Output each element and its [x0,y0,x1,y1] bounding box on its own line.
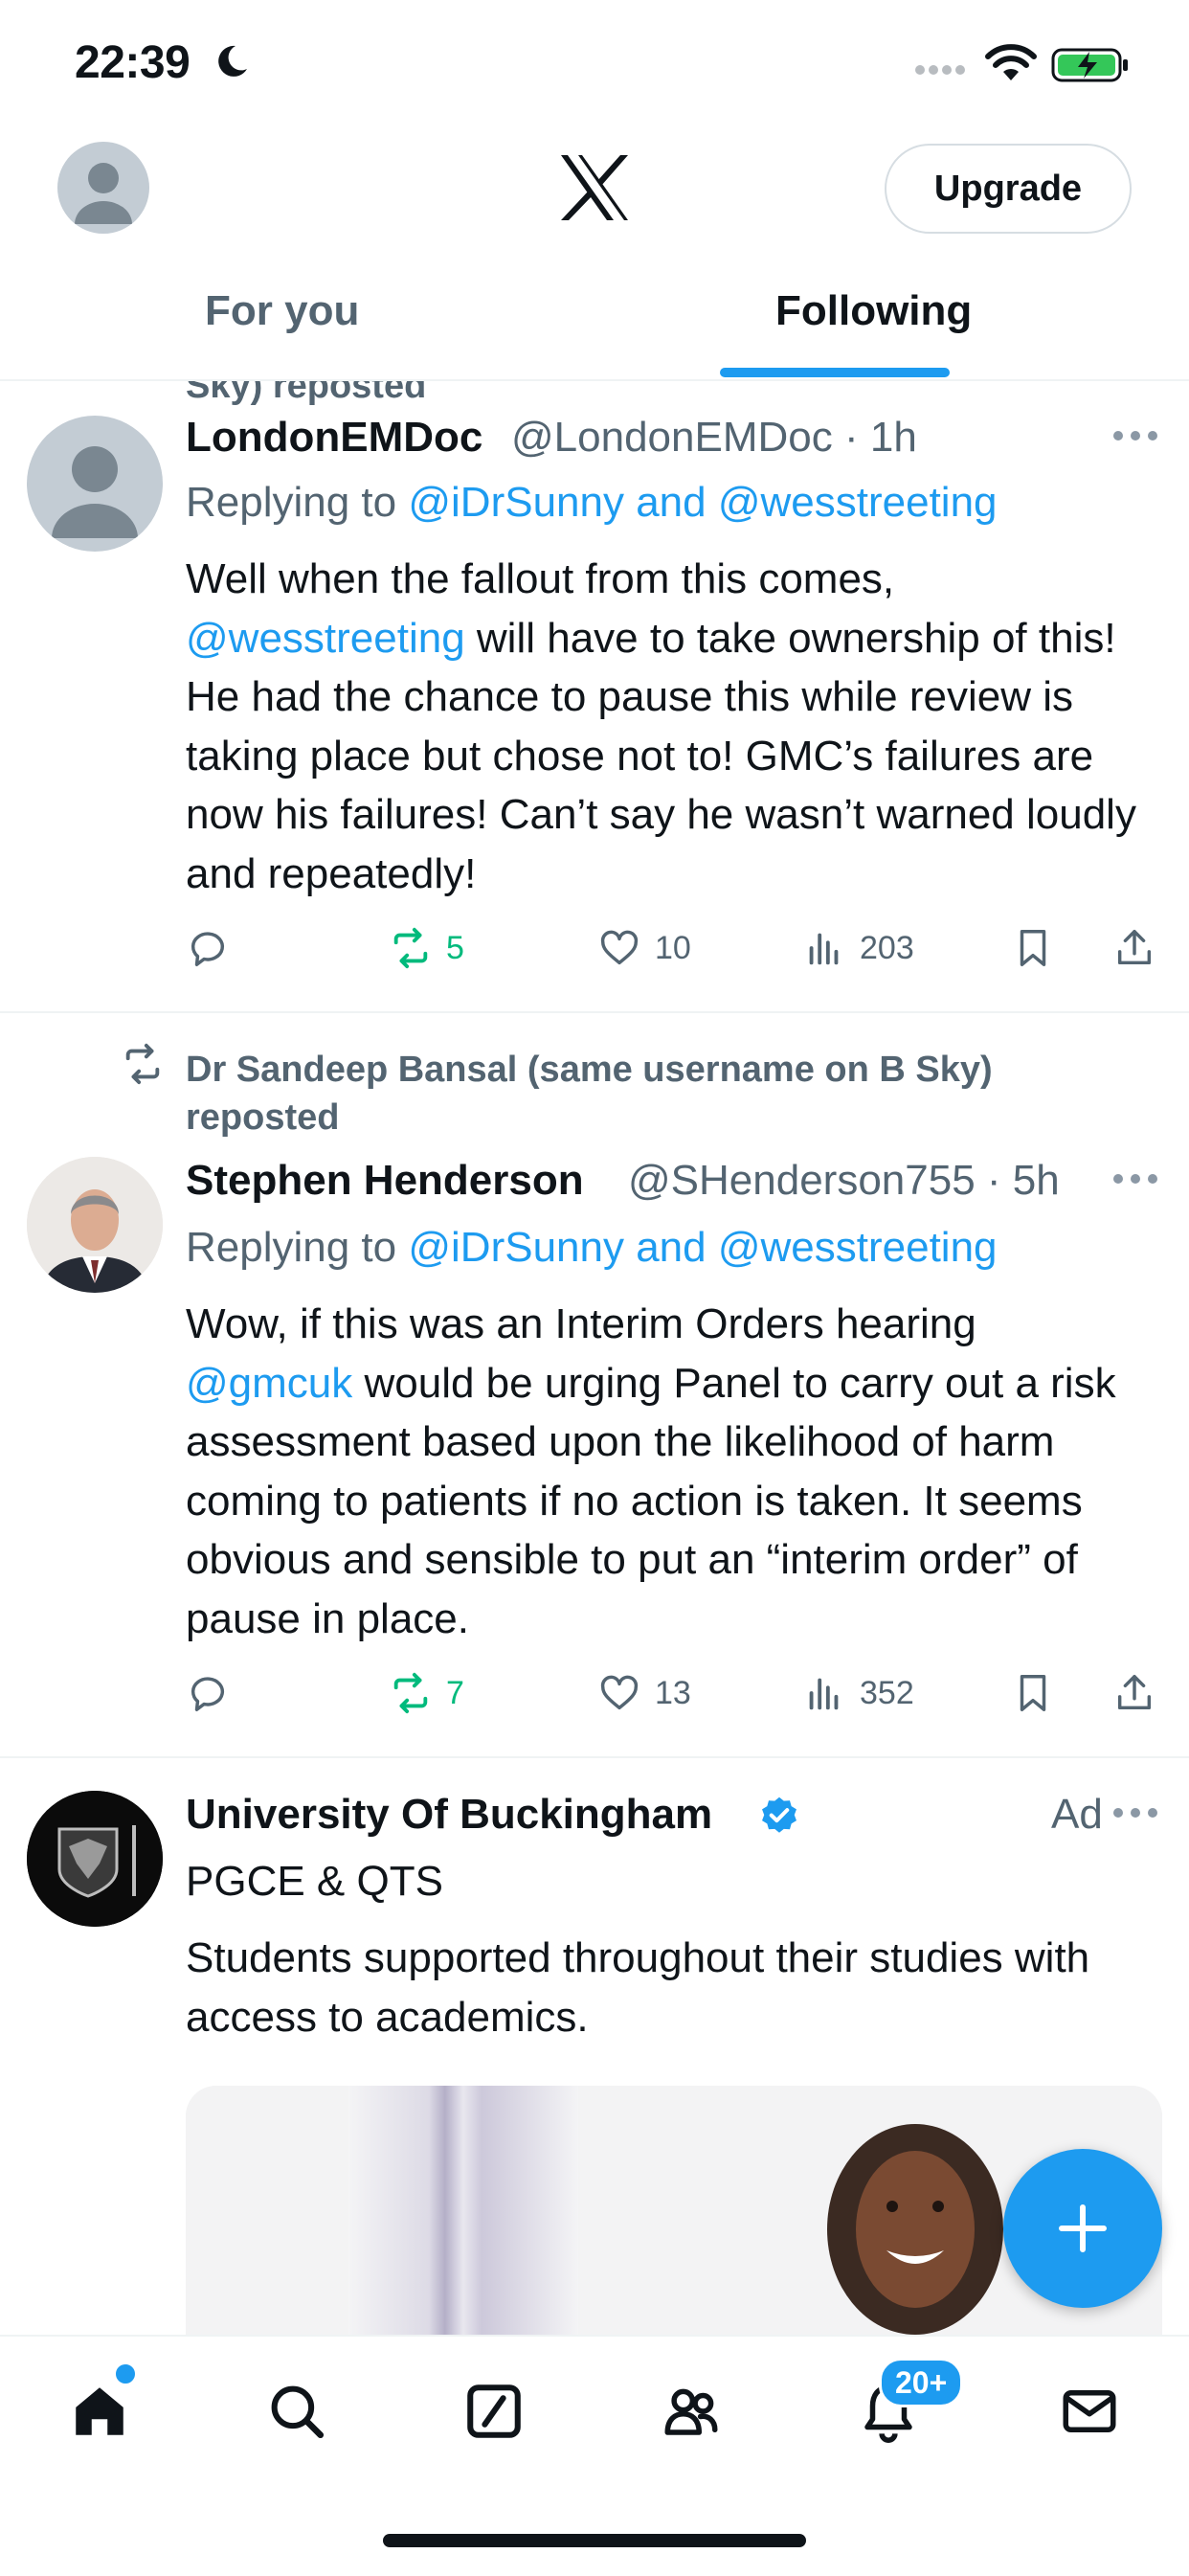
view-count: 352 [860,1674,914,1711]
bookmark-button[interactable] [1011,921,1055,975]
share-icon [1117,930,1152,965]
timeline-feed[interactable]: Sky) reposted LondonEMDoc @LondonEMDoc ·… [0,381,1189,2335]
more-options-icon[interactable] [1112,1172,1158,1186]
home-indicator[interactable] [383,2534,806,2547]
post-time: · 5h [986,1157,1060,1204]
repost-context-icon [125,1043,160,1085]
replying-to: Replying to @iDrSunny and @wesstreeting [186,1224,998,1272]
post-londonemdoc[interactable]: LondonEMDoc @LondonEMDoc · 1h Replying t… [0,381,1189,1011]
university-crest-icon [27,1791,163,1927]
communities-icon [664,2388,718,2435]
post-text-line1: Well when the fallout from this comes, [186,555,895,602]
post-text: Well when the fallout from this comes, @… [186,550,1172,904]
search-icon [271,2385,325,2439]
views-icon [809,933,839,965]
nav-messages[interactable] [1051,2373,1128,2450]
tab-for-you[interactable]: For you [205,287,359,335]
view-count: 203 [860,929,914,966]
ad-subtitle: PGCE & QTS [186,1858,443,1905]
like-count: 10 [655,929,691,966]
more-options-icon[interactable] [1112,429,1158,442]
verified-badge-icon [762,1796,796,1833]
post-actions: 7 13 352 [186,1666,1162,1720]
repost-context[interactable]: Dr Sandeep Bansal (same username on B Sk… [186,1046,1047,1141]
views-button[interactable]: 203 [802,921,914,975]
author-handle[interactable]: @LondonEMDoc · 1h [511,414,917,462]
post-stephen-henderson[interactable]: Dr Sandeep Bansal (same username on B Sk… [0,1013,1189,1756]
avatar[interactable] [27,1157,163,1293]
post-actions: 5 10 203 [186,921,1162,975]
author-name[interactable]: LondonEMDoc [186,414,482,462]
x-logo-icon [561,155,628,220]
post-text-line1: Wow, if this was an Interim Orders heari… [186,1300,976,1347]
nav-grok[interactable] [456,2373,532,2450]
post-time: · 1h [843,414,917,461]
replying-to-prefix: Replying to [186,1224,409,1271]
views-button[interactable]: 352 [802,1666,914,1720]
share-button[interactable] [1112,1666,1156,1720]
compose-post-button[interactable] [1003,2149,1162,2308]
like-icon [600,1675,639,1710]
home-unread-dot [113,2361,138,2386]
battery-charging-icon [1051,48,1128,82]
timeline-tabs: For you Following [0,259,1189,381]
author-name[interactable]: University Of Buckingham [186,1791,712,1839]
mention-link[interactable]: @wesstreeting [186,615,465,662]
plus-icon [1059,2204,1107,2252]
handle-text: @LondonEMDoc [511,414,833,461]
replying-to-links[interactable]: @iDrSunny and @wesstreeting [408,479,997,526]
author-name[interactable]: Stephen Henderson [186,1157,584,1205]
handle-text: @SHenderson755 [628,1157,976,1204]
home-icon [76,2387,123,2435]
views-icon [809,1678,839,1710]
avatar[interactable] [27,1791,163,1927]
signal-icon [915,65,965,75]
profile-avatar[interactable] [57,142,149,234]
nav-search[interactable] [258,2373,335,2450]
share-icon [1117,1675,1152,1710]
tab-following[interactable]: Following [775,287,972,335]
ad-label: Ad [1051,1791,1103,1838]
reply-icon [191,932,225,966]
reply-button[interactable] [186,1666,230,1720]
default-avatar-icon [52,446,138,538]
repost-count: 5 [446,929,464,966]
bookmark-button[interactable] [1011,1666,1055,1720]
grok-icon [467,2384,521,2438]
like-button[interactable]: 10 [597,921,691,975]
default-avatar-icon [75,163,132,224]
notifications-badge: 20+ [879,2358,964,2407]
upgrade-button[interactable]: Upgrade [885,144,1132,234]
reply-button[interactable] [186,921,230,975]
repost-icon [393,1672,428,1714]
post-text: Wow, if this was an Interim Orders heari… [186,1295,1172,1649]
mail-icon [1063,2390,1116,2432]
replying-to-prefix: Replying to [186,479,409,526]
mention-link[interactable]: @gmcuk [186,1360,352,1407]
like-button[interactable]: 13 [597,1666,691,1720]
nav-communities[interactable] [653,2373,729,2450]
replying-to: Replying to @iDrSunny and @wesstreeting [186,479,998,527]
repost-icon [393,927,428,969]
repost-button[interactable]: 7 [389,1666,464,1720]
more-options-icon[interactable] [1112,1806,1158,1819]
repost-count: 7 [446,1674,464,1711]
active-tab-indicator [720,368,950,377]
bookmark-icon [1020,930,1046,966]
author-handle[interactable]: @SHenderson755 · 5h [628,1157,1060,1205]
repost-button[interactable]: 5 [389,921,464,975]
post-text: Students supported throughout their stud… [186,1934,1090,2041]
share-button[interactable] [1112,921,1156,975]
bookmark-icon [1020,1675,1046,1711]
replying-to-links[interactable]: @iDrSunny and @wesstreeting [408,1224,997,1271]
like-count: 13 [655,1674,691,1711]
status-time: 22:39 [75,37,191,88]
moon-icon [218,45,247,77]
like-icon [600,930,639,965]
person-photo-icon [27,1157,163,1293]
avatar[interactable] [27,416,163,552]
reply-icon [191,1677,225,1711]
wifi-icon [985,44,1037,80]
